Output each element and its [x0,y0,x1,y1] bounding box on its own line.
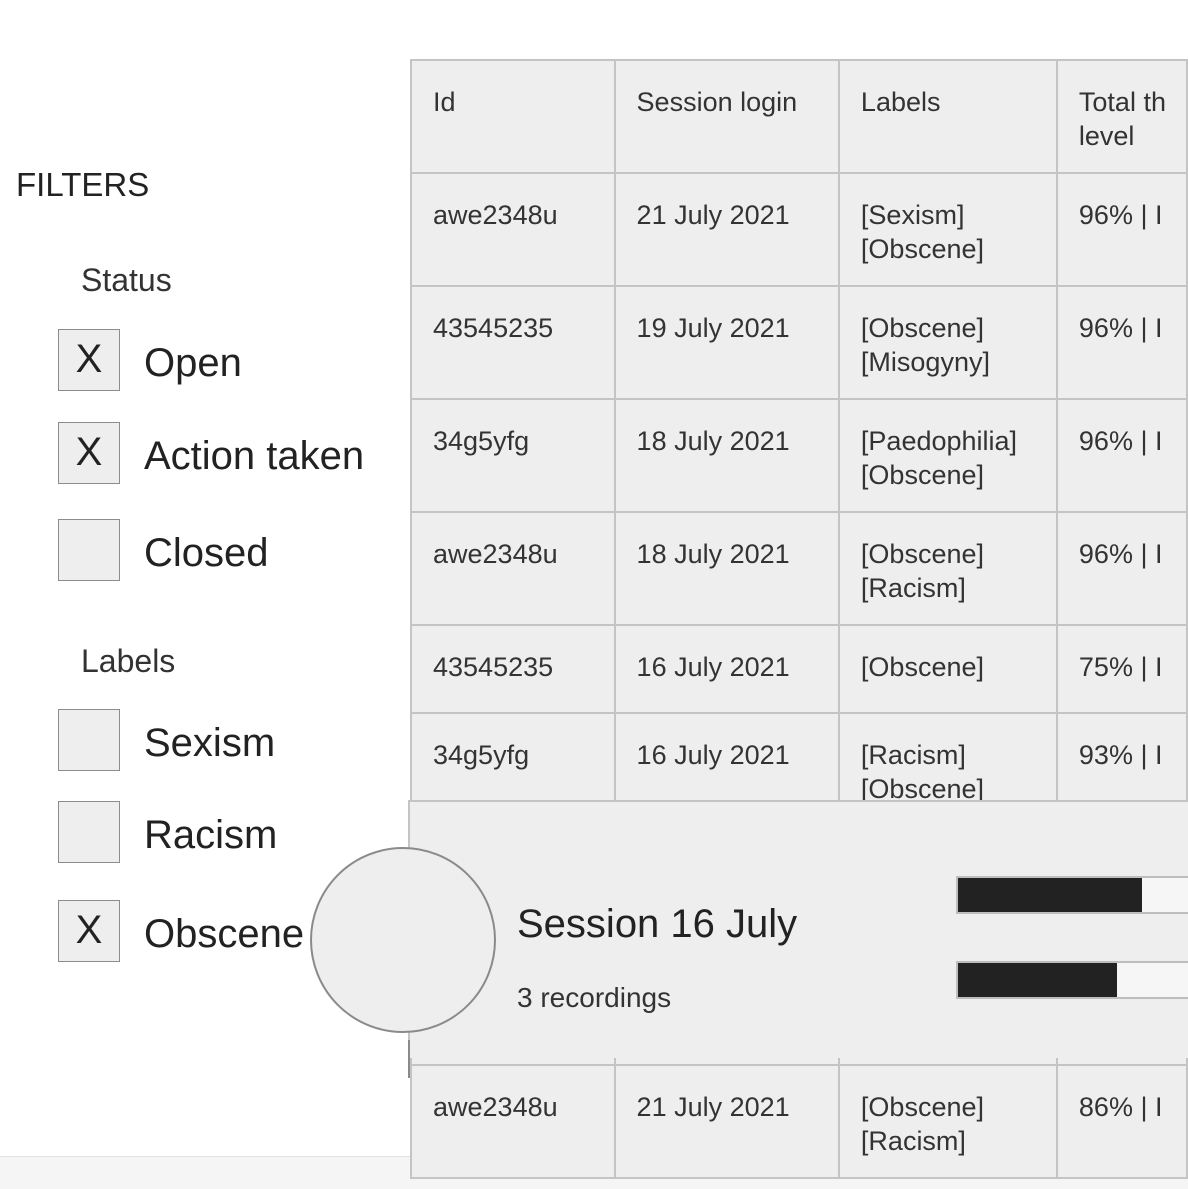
cell-id: 34g5yfg [410,398,616,513]
checkbox-label-sexism: Sexism [144,721,276,765]
checkbox-closed[interactable] [58,519,120,581]
label-tag: [Obscene] [860,313,984,343]
cell-total: 86% | I [1055,1064,1188,1179]
label-tag: [Obscene] [860,539,984,569]
table-row[interactable]: 43545235 19 July 2021 [Obscene] [Misogyn… [410,285,1188,400]
cell-id: awe2348u [410,1064,616,1179]
filter-status-open[interactable]: X Open [58,329,398,393]
cell-session-login: 16 July 2021 [613,624,840,714]
filter-label-sexism[interactable]: Sexism [58,709,398,773]
threat-level-bar [956,961,1188,999]
label-tag: [Obscene] [860,1092,984,1122]
checkbox-obscene[interactable]: X [58,900,120,962]
cell-session-login: 18 July 2021 [613,511,840,626]
cell-id: awe2348u [410,172,616,287]
column-header-total-threat-level[interactable]: Total th level [1055,59,1188,174]
threat-level-bar [956,876,1188,914]
label-tag: [Misogyny] [860,347,990,377]
cell-session-login: 19 July 2021 [613,285,840,400]
checkbox-racism[interactable] [58,801,120,863]
checkbox-sexism[interactable] [58,709,120,771]
filter-label-racism[interactable]: Racism [58,801,398,865]
cell-labels: [Paedophilia] [Obscene] [837,398,1058,513]
table-row[interactable]: awe2348u 21 July 2021 [Sexism] [Obscene]… [410,172,1188,287]
checkbox-label-obscene: Obscene [144,912,305,956]
cell-labels: [Obscene] [Misogyny] [837,285,1058,400]
card-edge-marker [408,1040,410,1078]
checkbox-label-closed: Closed [144,531,269,575]
column-header-session-login[interactable]: Session login [613,59,840,174]
status-group-title: Status [81,262,172,298]
filter-status-closed[interactable]: Closed [58,519,398,583]
cell-total: 96% | I [1055,511,1188,626]
cell-id: awe2348u [410,511,616,626]
cell-total: 75% | I [1055,624,1188,714]
cell-labels: [Obscene] [Racism] [837,1064,1058,1179]
label-tag: [Racism] [860,573,966,603]
cell-labels: [Obscene] [Racism] [837,511,1058,626]
label-tag: [Obscene] [860,460,984,490]
labels-group-title: Labels [81,643,176,679]
table-row[interactable]: awe2348u 21 July 2021 [Obscene] [Racism]… [410,1064,1188,1179]
cell-labels: [Sexism] [Obscene] [837,172,1058,287]
cell-labels: [Racism] [Obscene] [837,712,1058,808]
session-card-title: Session 16 July [517,902,798,946]
column-header-total-line1: Total th [1078,87,1166,117]
column-header-total-line2: level [1078,121,1135,151]
cell-id: 34g5yfg [410,712,616,808]
session-card-subtitle: 3 recordings [517,982,672,1013]
cell-id: 43545235 [410,285,616,400]
cell-session-login: 18 July 2021 [613,398,840,513]
cell-total: 96% | I [1055,398,1188,513]
label-tag: [Sexism] [860,200,965,230]
filter-status-action-taken[interactable]: X Action taken [58,422,398,486]
column-header-id[interactable]: Id [410,59,616,174]
cell-total: 93% | I [1055,712,1188,808]
checkbox-label-racism: Racism [144,813,278,857]
label-tag: [Obscene] [860,234,984,264]
table-row[interactable]: 34g5yfg 16 July 2021 [Racism] [Obscene] … [410,712,1188,808]
label-tag: [Racism] [860,740,966,770]
avatar[interactable] [310,847,496,1033]
column-header-labels[interactable]: Labels [837,59,1058,174]
label-tag: [Obscene] [860,652,984,682]
cell-total: 96% | I [1055,172,1188,287]
cell-total: 96% | I [1055,285,1188,400]
cell-session-login: 21 July 2021 [613,1064,840,1179]
cell-id: 43545235 [410,624,616,714]
table-row[interactable]: awe2348u 18 July 2021 [Obscene] [Racism]… [410,511,1188,626]
table-row[interactable]: 34g5yfg 18 July 2021 [Paedophilia] [Obsc… [410,398,1188,513]
table-header-row: Id Session login Labels Total th level [410,59,1188,174]
checkbox-open[interactable]: X [58,329,120,391]
label-tag: [Paedophilia] [860,426,1018,456]
filters-title: FILTERS [16,166,150,203]
cell-session-login: 16 July 2021 [613,712,840,808]
cell-labels: [Obscene] [837,624,1058,714]
table-row[interactable]: 43545235 16 July 2021 [Obscene] 75% | I [410,624,1188,714]
threat-level-bar-fill [958,963,1117,997]
checkbox-action-taken[interactable]: X [58,422,120,484]
label-tag: [Racism] [860,1126,966,1156]
checkbox-label-action-taken: Action taken [144,434,365,478]
threat-level-bar-fill [958,878,1143,912]
cell-session-login: 21 July 2021 [613,172,840,287]
checkbox-label-open: Open [144,341,242,385]
